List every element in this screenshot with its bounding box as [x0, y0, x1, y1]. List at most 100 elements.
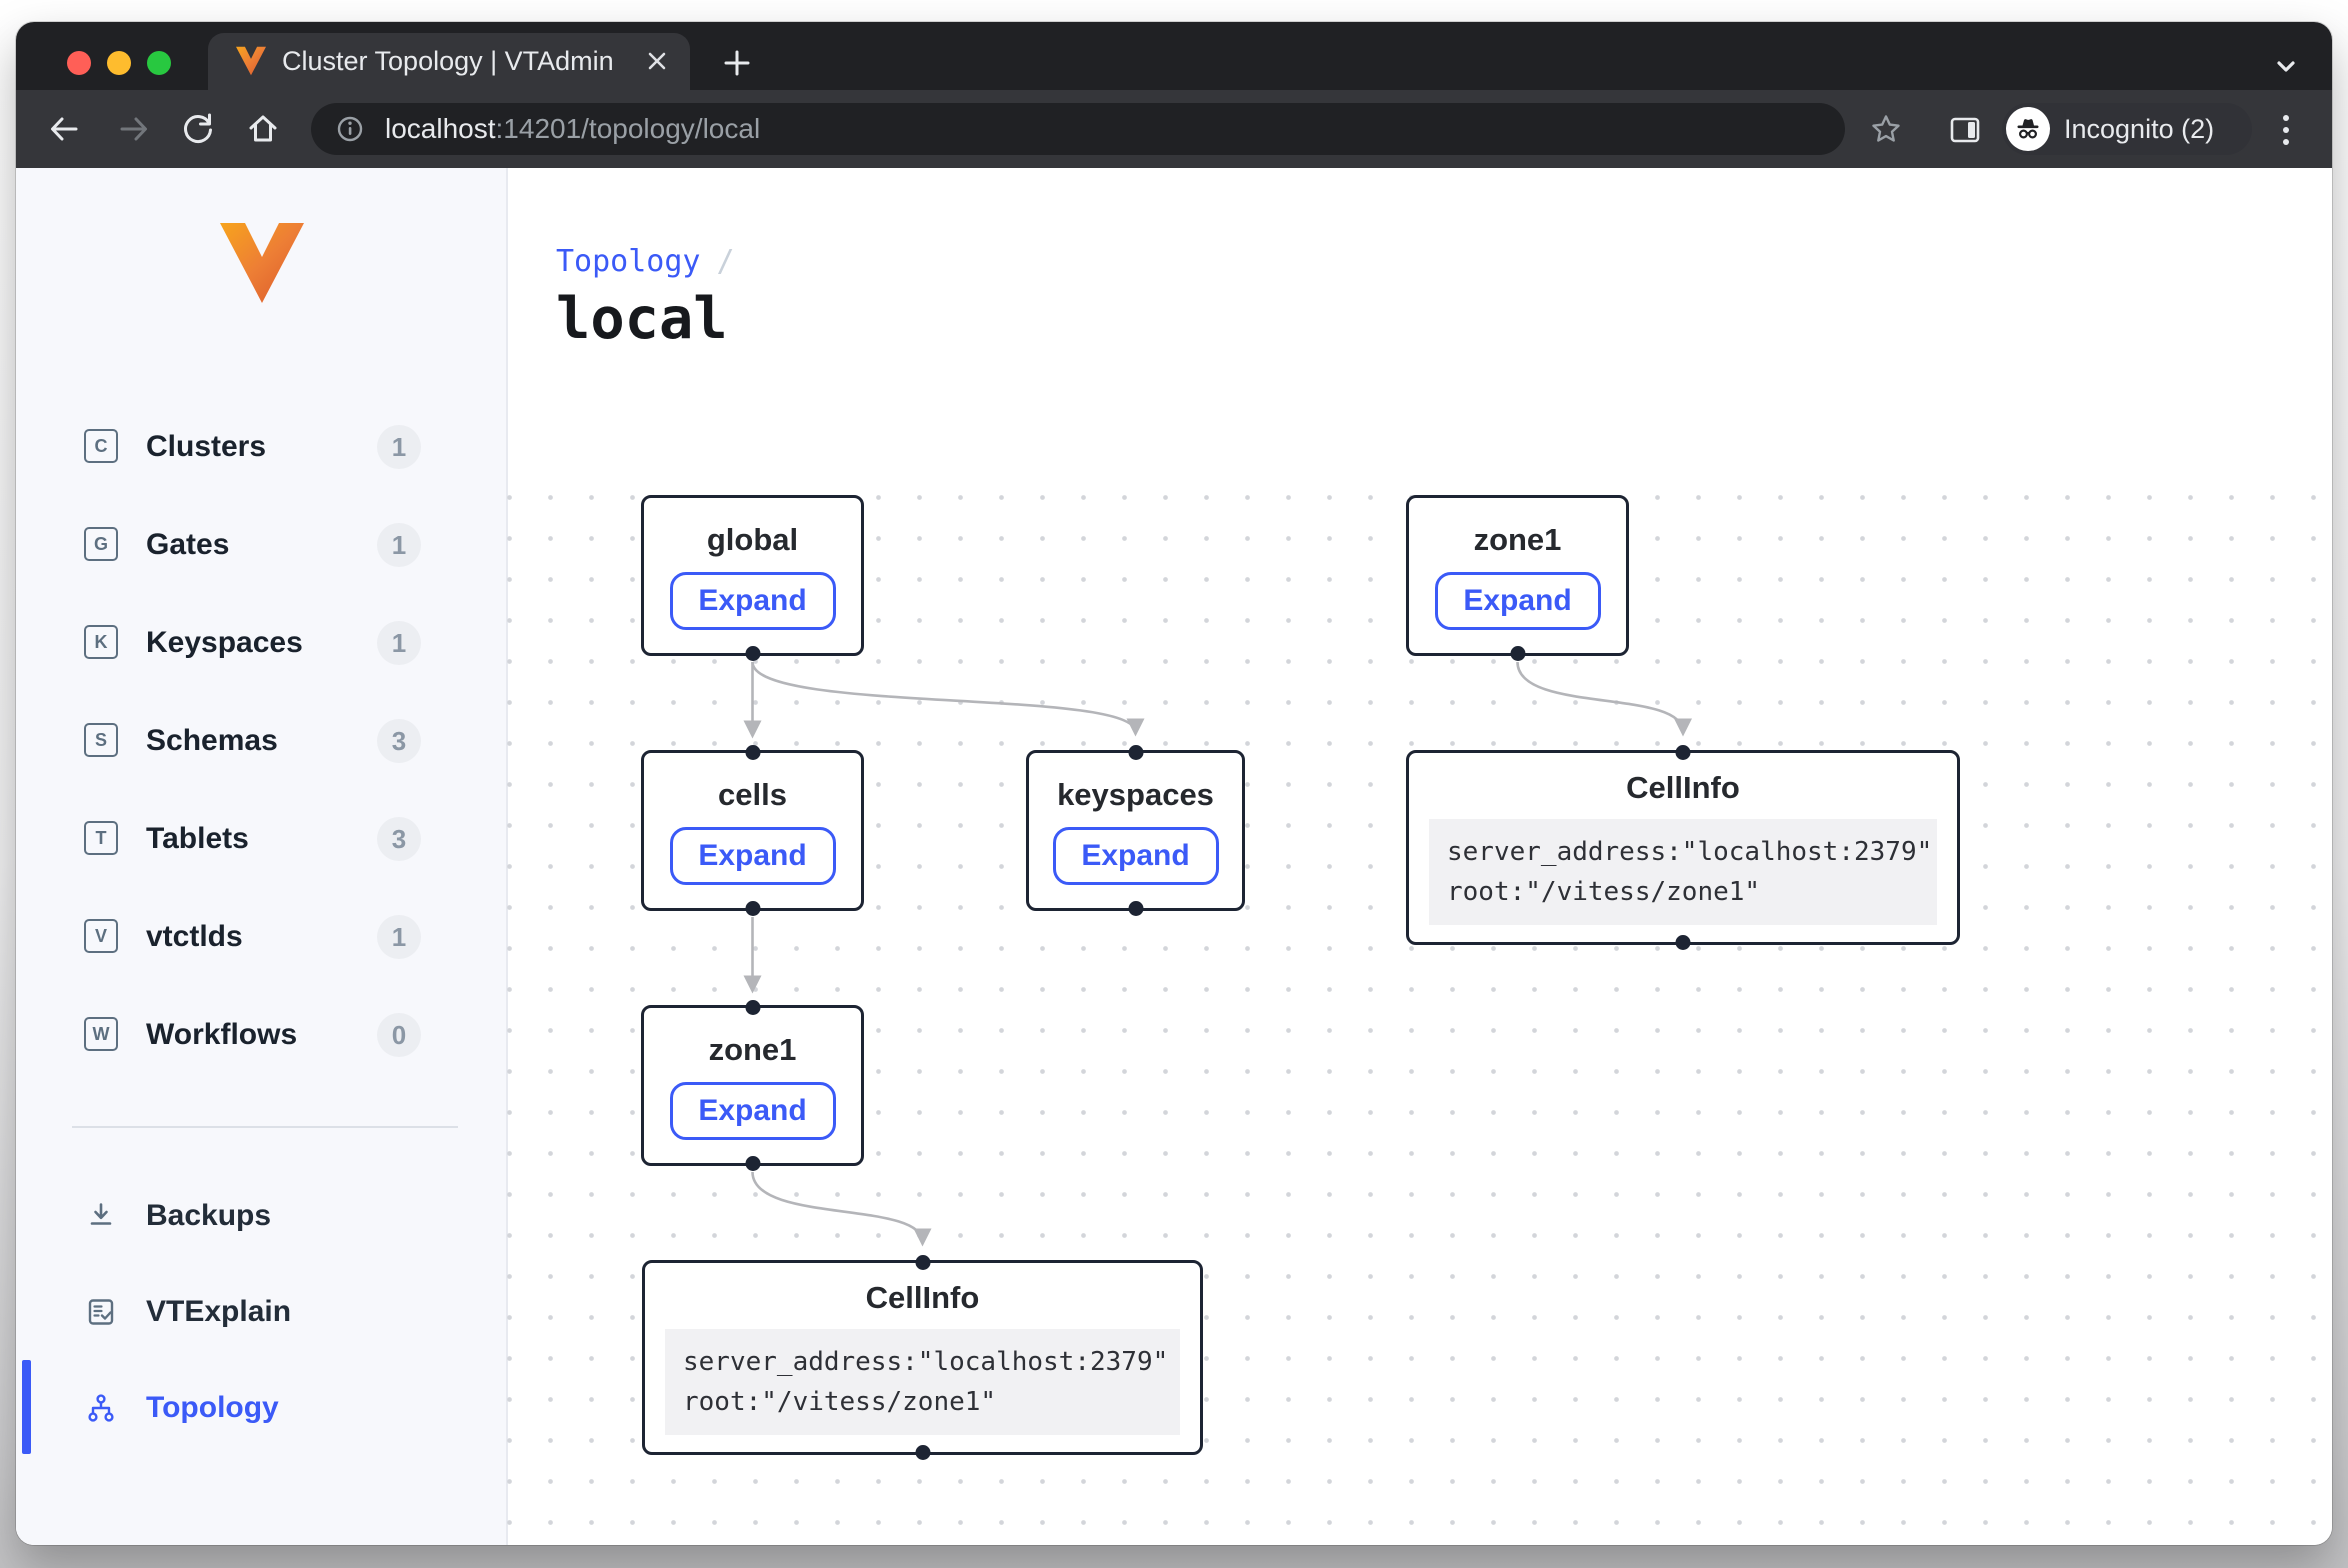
- schemas-count-badge: 3: [377, 719, 421, 763]
- node-handle: [745, 646, 760, 661]
- page-content: C Clusters 1 G Gates 1 K Keyspaces 1 S S…: [16, 168, 2332, 1545]
- sidebar-item-label: Clusters: [146, 398, 266, 496]
- window-controls: [67, 51, 171, 75]
- expand-button-keyspaces[interactable]: Expand: [1053, 827, 1219, 885]
- expand-button-global[interactable]: Expand: [670, 572, 836, 630]
- sidebar-item-topology[interactable]: Topology: [16, 1360, 506, 1456]
- sidebar-divider: [72, 1126, 458, 1128]
- sidebar-item-vtexplain[interactable]: VTExplain: [16, 1264, 506, 1360]
- cellinfo-code: server_address:"localhost:2379" root:"/v…: [1429, 819, 1937, 925]
- sidebar-item-tablets[interactable]: T Tablets 3: [16, 790, 506, 888]
- node-keyspaces[interactable]: keyspaces Expand: [1026, 750, 1245, 911]
- node-handle: [1128, 901, 1143, 916]
- sidebar-item-label: Gates: [146, 496, 229, 594]
- sidebar-item-workflows[interactable]: W Workflows 0: [16, 986, 506, 1084]
- node-handle: [1676, 935, 1691, 950]
- vtctlds-count-badge: 1: [377, 915, 421, 959]
- workflows-count-badge: 0: [377, 1013, 421, 1057]
- vitess-favicon: [236, 46, 266, 76]
- incognito-label: Incognito (2): [2064, 103, 2214, 155]
- reload-button[interactable]: [180, 111, 216, 147]
- expand-button-zone1-bottom[interactable]: Expand: [670, 1082, 836, 1140]
- node-title: global: [707, 522, 798, 558]
- forward-button[interactable]: [116, 111, 152, 147]
- workflows-letter-icon: W: [84, 1017, 118, 1051]
- node-cellinfo-bottom[interactable]: CellInfo server_address:"localhost:2379"…: [642, 1260, 1203, 1455]
- sidebar-item-label: Backups: [146, 1168, 271, 1264]
- incognito-icon: [2014, 115, 2042, 143]
- node-handle: [1676, 745, 1691, 760]
- edge-zone1top-cellinfo: [1518, 662, 1684, 732]
- node-handle: [745, 745, 760, 760]
- sidebar-item-label: Tablets: [146, 790, 249, 888]
- keyspaces-letter-icon: K: [84, 625, 118, 659]
- node-handle: [915, 1255, 930, 1270]
- node-handle: [915, 1445, 930, 1460]
- tab-search-chevron-icon[interactable]: [2270, 50, 2302, 82]
- home-button[interactable]: [245, 111, 281, 147]
- incognito-avatar: [2006, 107, 2050, 151]
- node-zone1-bottom[interactable]: zone1 Expand: [641, 1005, 864, 1166]
- window-fullscreen-button[interactable]: [147, 51, 171, 75]
- incognito-profile-button[interactable]: Incognito (2): [2002, 103, 2252, 155]
- sidebar-item-gates[interactable]: G Gates 1: [16, 496, 506, 594]
- clusters-count-badge: 1: [377, 425, 421, 469]
- code-line: server_address:"localhost:2379": [1447, 832, 1919, 872]
- clusters-letter-icon: C: [84, 429, 118, 463]
- node-title: cells: [718, 777, 787, 813]
- node-cells[interactable]: cells Expand: [641, 750, 864, 911]
- sidebar: C Clusters 1 G Gates 1 K Keyspaces 1 S S…: [16, 168, 508, 1545]
- sidebar-item-label: Schemas: [146, 692, 278, 790]
- node-title: CellInfo: [1409, 770, 1957, 806]
- tab-title: Cluster Topology | VTAdmin: [282, 33, 614, 90]
- sidebar-item-label: vtctlds: [146, 888, 243, 986]
- node-handle: [1128, 745, 1143, 760]
- sidebar-item-clusters[interactable]: C Clusters 1: [16, 398, 506, 496]
- browser-tab[interactable]: Cluster Topology | VTAdmin: [208, 33, 690, 90]
- node-title: keyspaces: [1057, 777, 1214, 813]
- url-text: localhost:14201/topology/local: [385, 103, 760, 155]
- side-panel-icon[interactable]: [1948, 113, 1982, 147]
- breadcrumb-topology-link[interactable]: Topology: [556, 244, 701, 279]
- schemas-letter-icon: S: [84, 723, 118, 757]
- topology-canvas[interactable]: global Expand zone1 Expand cells Expand …: [506, 460, 2332, 1545]
- code-line: root:"/vitess/zone1": [1447, 872, 1919, 912]
- browser-menu-button[interactable]: [2282, 112, 2290, 148]
- window-close-button[interactable]: [67, 51, 91, 75]
- expand-button-zone1-top[interactable]: Expand: [1435, 572, 1601, 630]
- sidebar-item-vtctlds[interactable]: V vtctlds 1: [16, 888, 506, 986]
- code-line: server_address:"localhost:2379": [683, 1342, 1162, 1382]
- browser-window: Cluster Topology | VTAdmin: [16, 22, 2332, 1545]
- site-info-icon[interactable]: [335, 114, 365, 144]
- breadcrumb-separator: /: [717, 244, 735, 279]
- sidebar-item-label: VTExplain: [146, 1264, 291, 1360]
- document-check-icon: [86, 1297, 116, 1327]
- sidebar-item-schemas[interactable]: S Schemas 3: [16, 692, 506, 790]
- sidebar-item-label: Workflows: [146, 986, 297, 1084]
- tab-close-icon[interactable]: [642, 46, 672, 76]
- cellinfo-code: server_address:"localhost:2379" root:"/v…: [665, 1329, 1180, 1435]
- url-host: localhost: [385, 113, 496, 144]
- new-tab-button[interactable]: [722, 48, 752, 78]
- breadcrumb: Topology /: [556, 244, 735, 279]
- window-minimize-button[interactable]: [107, 51, 131, 75]
- gates-letter-icon: G: [84, 527, 118, 561]
- page-title: local: [556, 286, 728, 352]
- back-button[interactable]: [46, 111, 82, 147]
- address-bar[interactable]: localhost:14201/topology/local: [311, 103, 1845, 155]
- node-handle: [745, 901, 760, 916]
- edge-zone1-cellinfo: [753, 1172, 923, 1242]
- expand-button-cells[interactable]: Expand: [670, 827, 836, 885]
- bookmark-star-icon[interactable]: [1869, 112, 1903, 146]
- sidebar-item-keyspaces[interactable]: K Keyspaces 1: [16, 594, 506, 692]
- code-line: root:"/vitess/zone1": [683, 1382, 1162, 1422]
- node-cellinfo-right[interactable]: CellInfo server_address:"localhost:2379"…: [1406, 750, 1960, 945]
- node-title: zone1: [1474, 522, 1562, 558]
- keyspaces-count-badge: 1: [377, 621, 421, 665]
- node-global[interactable]: global Expand: [641, 495, 864, 656]
- url-path: :14201/topology/local: [496, 113, 761, 144]
- node-zone1-top[interactable]: zone1 Expand: [1406, 495, 1629, 656]
- browser-toolbar: localhost:14201/topology/local Incognito…: [16, 90, 2332, 168]
- sidebar-item-backups[interactable]: Backups: [16, 1168, 506, 1264]
- download-icon: [86, 1201, 116, 1231]
